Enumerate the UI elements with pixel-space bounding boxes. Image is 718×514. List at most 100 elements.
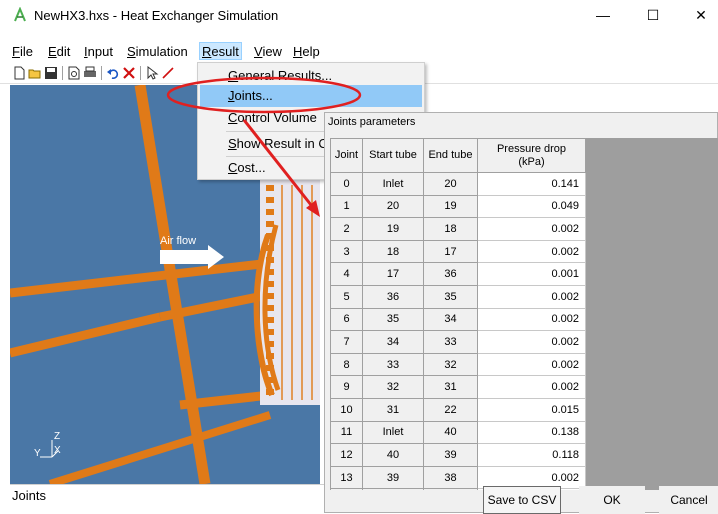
menu-item-cost[interactable]: Cost... (228, 157, 266, 179)
menu-item-control-volume[interactable]: Control Volume (228, 107, 317, 129)
table-row[interactable]: 10 31 22 0.015 (330, 397, 586, 422)
table-row[interactable]: 4 17 36 0.001 (330, 262, 586, 286)
title-bar: NewHX3.hxs - Heat Exchanger Simulation —… (0, 0, 718, 30)
cancel-button[interactable]: Cancel (659, 486, 718, 514)
pressure-drop-cell[interactable]: 0.002 (477, 375, 586, 399)
joint-cell: 14 (330, 488, 363, 490)
end-tube-cell: 18 (423, 217, 478, 241)
end-tube-cell: 36 (423, 262, 478, 286)
pressure-drop-cell[interactable]: 0.049 (477, 194, 586, 219)
undo-icon[interactable] (106, 66, 120, 80)
new-file-icon[interactable] (12, 66, 26, 80)
menu-input[interactable]: Input (82, 43, 115, 61)
minimize-button[interactable]: — (580, 0, 626, 30)
axis-z-label: Z (54, 431, 61, 442)
table-row[interactable]: 3 18 17 0.002 (330, 239, 586, 264)
maximize-icon: ☐ (646, 7, 660, 23)
menu-simulation[interactable]: Simulation (125, 43, 190, 61)
table-row[interactable]: 2 19 18 0.002 (330, 217, 586, 241)
ok-button[interactable]: OK (579, 486, 645, 514)
joint-cell: 9 (330, 375, 363, 399)
table-row[interactable]: 5 36 35 0.002 (330, 284, 586, 309)
table-row[interactable]: 1 20 19 0.049 (330, 194, 586, 219)
menu-item-show-result[interactable]: Show Result in C (228, 133, 328, 155)
end-tube-cell: 22 (423, 397, 478, 422)
pressure-drop-cell[interactable]: 0.141 (477, 172, 586, 196)
pressure-drop-cell[interactable]: 0.002 (477, 307, 586, 332)
joint-cell: 4 (330, 262, 363, 286)
end-tube-cell: 33 (423, 330, 478, 354)
table-row[interactable]: 9 32 31 0.002 (330, 375, 586, 399)
toolbar-separator (101, 66, 102, 80)
table-row[interactable]: 11 Inlet 40 0.138 (330, 420, 586, 445)
open-folder-icon[interactable] (28, 66, 42, 80)
pointer-icon[interactable] (145, 66, 159, 80)
status-bar: Joints (10, 484, 325, 504)
column-header-start-tube[interactable]: Start tube (362, 138, 424, 173)
start-tube-cell: Inlet (362, 172, 424, 196)
start-tube-cell: 36 (362, 284, 424, 309)
start-tube-cell: 38 (362, 488, 424, 490)
menu-help[interactable]: Help (291, 43, 322, 61)
start-tube-cell: Inlet (362, 420, 424, 445)
joint-cell: 11 (330, 420, 363, 445)
end-tube-cell: 40 (423, 420, 478, 445)
menu-item-general-results[interactable]: General Results... (228, 65, 332, 87)
menu-view[interactable]: View (252, 43, 284, 61)
pressure-drop-cell[interactable]: 0.001 (477, 262, 586, 286)
table-row[interactable]: 6 35 34 0.002 (330, 307, 586, 332)
table-row[interactable]: 8 33 32 0.002 (330, 352, 586, 377)
joint-cell: 2 (330, 217, 363, 241)
column-header-joint[interactable]: Joint (330, 138, 363, 173)
maximize-button[interactable]: ☐ (630, 0, 676, 30)
toolbar-separator (140, 66, 141, 80)
pressure-drop-cell[interactable]: 0.002 (477, 352, 586, 377)
close-icon: ✕ (695, 7, 707, 23)
table-row[interactable]: 7 34 33 0.002 (330, 330, 586, 354)
close-button[interactable]: ✕ (678, 0, 718, 30)
end-tube-cell: 35 (423, 284, 478, 309)
joint-cell: 6 (330, 307, 363, 332)
toolbar-separator (62, 66, 63, 80)
axis-y-label: Y (34, 448, 41, 459)
end-tube-cell: 20 (423, 172, 478, 196)
table-row[interactable]: 12 40 39 0.118 (330, 443, 586, 467)
table-row[interactable]: 0 Inlet 20 0.141 (330, 172, 586, 196)
joint-cell: 10 (330, 397, 363, 422)
pressure-drop-cell[interactable]: 0.002 (477, 239, 586, 264)
delete-icon[interactable] (122, 66, 136, 80)
pressure-drop-cell[interactable]: 0.002 (477, 217, 586, 241)
joints-parameters-dialog: Joints parameters Joint Start tube End t… (324, 112, 718, 514)
dialog-title: Joints parameters (328, 116, 416, 128)
print-icon[interactable] (83, 66, 97, 80)
joint-cell: 3 (330, 239, 363, 264)
print-preview-icon[interactable] (67, 66, 81, 80)
pressure-drop-cell[interactable]: 0.002 (477, 284, 586, 309)
column-header-end-tube[interactable]: End tube (423, 138, 478, 173)
end-tube-cell: 38 (423, 465, 478, 490)
pressure-drop-cell[interactable]: 0.015 (477, 397, 586, 422)
pressure-drop-cell[interactable]: 0.002 (477, 330, 586, 354)
save-to-csv-button[interactable]: Save to CSV (483, 486, 561, 514)
airflow-label: Air flow (160, 235, 197, 247)
status-text: Joints (12, 488, 46, 503)
start-tube-cell: 39 (362, 465, 424, 490)
end-tube-cell: 19 (423, 194, 478, 219)
menu-item-joints[interactable]: Joints... (228, 85, 273, 107)
joints-grid[interactable]: Joint Start tube End tube Pressure drop … (330, 138, 718, 490)
app-icon (14, 7, 26, 22)
pressure-drop-cell[interactable]: 0.138 (477, 420, 586, 445)
column-header-pressure-drop[interactable]: Pressure drop (kPa) (477, 138, 586, 173)
menu-result[interactable]: Result (199, 42, 242, 60)
joint-cell: 7 (330, 330, 363, 354)
start-tube-cell: 19 (362, 217, 424, 241)
joint-cell: 13 (330, 465, 363, 490)
menu-edit[interactable]: Edit (46, 43, 72, 61)
line-tool-icon[interactable] (161, 66, 175, 80)
start-tube-cell: 17 (362, 262, 424, 286)
start-tube-cell: 18 (362, 239, 424, 264)
pressure-drop-cell[interactable]: 0.118 (477, 443, 586, 467)
save-icon[interactable] (44, 66, 58, 80)
start-tube-cell: 40 (362, 443, 424, 467)
menu-file[interactable]: File (10, 43, 35, 61)
